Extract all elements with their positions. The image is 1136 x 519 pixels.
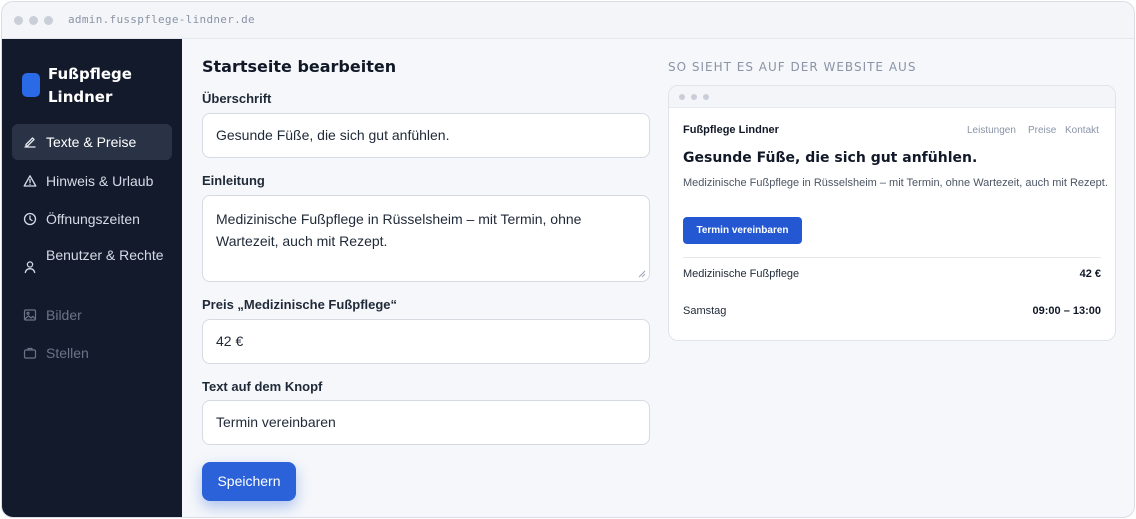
headline-input[interactable]: Gesunde Füße, die sich gut anfühlen. xyxy=(202,113,650,158)
preview-cta-button: Termin vereinbaren xyxy=(683,217,802,244)
preview-price-label: Medizinische Fußpflege xyxy=(683,268,800,280)
preview-divider xyxy=(683,257,1101,258)
sidebar-item-hinweis-urlaub[interactable]: Hinweis & Urlaub xyxy=(12,163,172,199)
pencil-icon xyxy=(24,137,36,148)
clock-icon xyxy=(23,212,37,226)
preview-hours-label: Samstag xyxy=(683,305,727,317)
sidebar-item-oeffnungszeiten[interactable]: Öffnungszeiten xyxy=(12,201,172,237)
preview-nav-kontakt: Kontakt xyxy=(1065,125,1099,136)
preview-dot xyxy=(691,94,697,100)
sidebar-item-label: Öffnungszeiten xyxy=(46,211,140,227)
intro-text: Medizinische Fußpflege in Rüsselsheim – … xyxy=(216,211,582,249)
image-icon xyxy=(23,309,37,321)
window-maximize-dot[interactable] xyxy=(44,16,53,25)
price-label: Preis „Medizinische Fußpflege“ xyxy=(202,297,398,312)
price-input[interactable]: 42 € xyxy=(202,319,650,364)
preview-nav-leistungen: Leistungen xyxy=(967,125,1016,136)
intro-textarea[interactable]: Medizinische Fußpflege in Rüsselsheim – … xyxy=(202,195,650,282)
preview-title: Gesunde Füße, die sich gut anfühlen. xyxy=(683,150,978,166)
sidebar-item-label: Stellen xyxy=(46,345,89,361)
sidebar-item-benutzer-rechte[interactable]: Benutzer & Rechte xyxy=(12,239,172,291)
preview-nav-preise: Preise xyxy=(1028,125,1057,136)
sidebar-item-label: Hinweis & Urlaub xyxy=(46,173,154,189)
preview-hours-value: 09:00 – 13:00 xyxy=(1032,305,1102,317)
preview-heading: SO SIEHT ES AUF DER WEBSITE AUS xyxy=(668,60,917,74)
preview-dot xyxy=(703,94,709,100)
brand-logo xyxy=(22,73,40,97)
address-bar-url[interactable]: admin.fusspflege-lindner.de xyxy=(68,13,255,26)
brand-name: Fußpflege Lindner xyxy=(48,65,132,106)
window-minimize-dot[interactable] xyxy=(29,16,38,25)
sidebar-item-bilder[interactable]: Bilder xyxy=(12,297,172,333)
sidebar-item-label: Bilder xyxy=(46,307,82,323)
headline-label: Überschrift xyxy=(202,91,272,106)
sidebar-item-stellen[interactable]: Stellen xyxy=(12,335,172,371)
preview-dot xyxy=(679,94,685,100)
briefcase-icon xyxy=(23,347,37,359)
resize-handle-icon[interactable] xyxy=(638,270,646,278)
preview-brand: Fußpflege Lindner xyxy=(683,124,779,136)
preview-subtitle: Medizinische Fußpflege in Rüsselsheim – … xyxy=(683,177,1108,189)
preview-titlebar xyxy=(669,86,1115,108)
intro-label: Einleitung xyxy=(202,173,265,188)
sidebar-item-label: Texte & Preise xyxy=(46,134,137,150)
window-close-dot[interactable] xyxy=(14,16,23,25)
save-button[interactable]: Speichern xyxy=(202,462,296,501)
sidebar: Fußpflege Lindner Texte & Preise Hinweis… xyxy=(2,39,182,517)
button-text-label: Text auf dem Knopf xyxy=(202,379,323,394)
preview-price-value: 42 € xyxy=(1079,268,1101,280)
sidebar-item-label: Benutzer & Rechte xyxy=(46,247,164,263)
browser-titlebar: admin.fusspflege-lindner.de xyxy=(2,2,1134,39)
page-title: Startseite bearbeiten xyxy=(202,57,397,76)
user-icon xyxy=(24,261,36,274)
sidebar-item-texte-preise[interactable]: Texte & Preise xyxy=(12,124,172,160)
browser-window: admin.fusspflege-lindner.de Fußpflege Li… xyxy=(1,1,1135,518)
warning-icon xyxy=(23,175,37,187)
button-text-input[interactable]: Termin vereinbaren xyxy=(202,400,650,445)
website-preview: Fußpflege Lindner Leistungen Preise Kont… xyxy=(668,85,1116,341)
main-content: Startseite bearbeiten Überschrift Gesund… xyxy=(182,39,1134,517)
